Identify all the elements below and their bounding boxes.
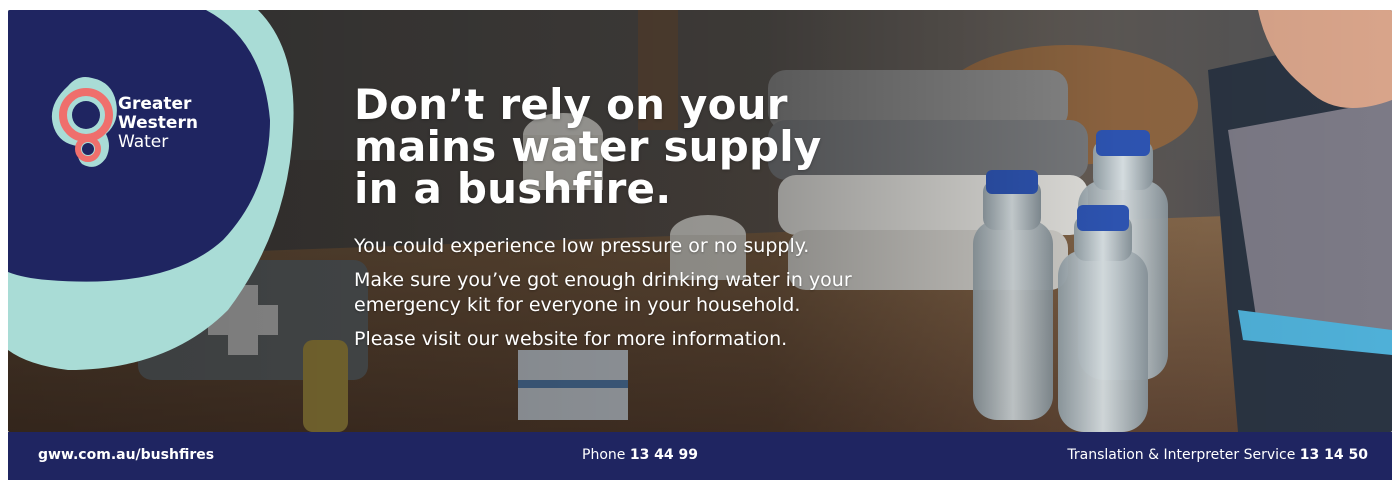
- translation-label: Translation & Interpreter Service: [1067, 447, 1296, 463]
- body-paragraph-supply: You could experience low pressure or no …: [354, 235, 810, 257]
- brand-name-line2: Western: [118, 113, 198, 133]
- emergency-kit-photo: [8, 10, 1392, 432]
- brand-name-line1: Greater: [118, 94, 192, 114]
- phone-contact: Phone 13 44 99: [582, 447, 698, 463]
- phone-label: Phone: [582, 447, 626, 463]
- body-kit-line1: Make sure you’ve got enough drinking wat…: [354, 269, 852, 291]
- headline-line3: in a bushfire.: [354, 164, 672, 213]
- phone-number[interactable]: 13 44 99: [630, 447, 698, 463]
- headline: Don’t rely on your mains water supply in…: [354, 84, 994, 210]
- body-paragraph-kit: Make sure you’ve got enough drinking wat…: [354, 268, 964, 318]
- translation-service: Translation & Interpreter Service 13 14 …: [1067, 447, 1368, 463]
- translation-number[interactable]: 13 14 50: [1300, 447, 1368, 463]
- brand-name-line3: Water: [118, 132, 169, 152]
- headline-line2: mains water supply: [354, 122, 822, 171]
- bushfire-banner: Greater Western Water Don’t rely on your…: [0, 0, 1400, 488]
- website-link[interactable]: gww.com.au/bushfires: [38, 447, 214, 463]
- headline-line1: Don’t rely on your: [354, 80, 788, 129]
- body-paragraph-website: Please visit our website for more inform…: [354, 328, 788, 350]
- body-kit-line2: emergency kit for everyone in your house…: [354, 294, 801, 316]
- footer-bar: gww.com.au/bushfires Phone 13 44 99 Tran…: [8, 432, 1392, 480]
- brand-logo: Greater Western Water: [118, 95, 198, 152]
- body-copy: You could experience low pressure or no …: [354, 234, 964, 361]
